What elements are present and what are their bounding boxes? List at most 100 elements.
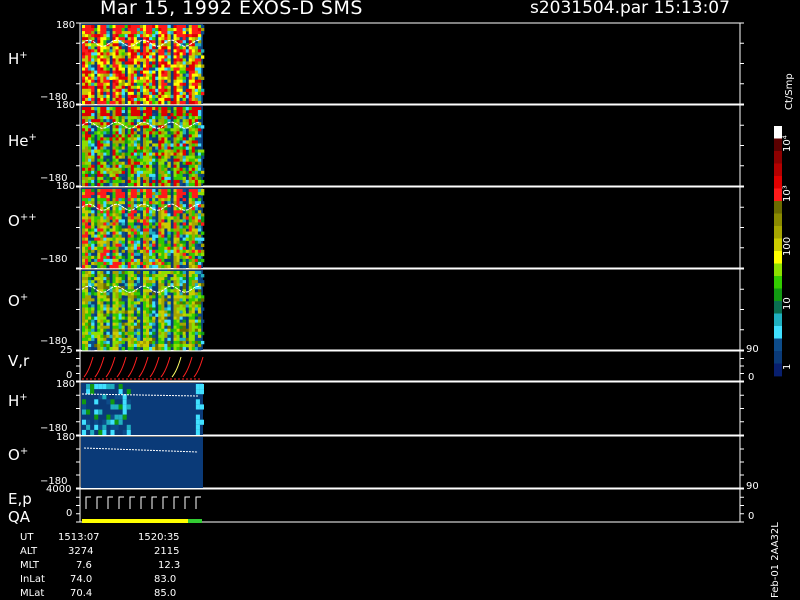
spectrogram-cell	[112, 249, 116, 254]
spectrogram-cell	[136, 31, 141, 35]
spectrogram-cell	[97, 252, 101, 257]
spectrogram-cell	[158, 264, 162, 269]
spectrogram-cell	[143, 85, 147, 90]
spectrogram-cell	[152, 34, 156, 38]
spectrogram-cell	[143, 97, 147, 102]
spectrogram-cell	[97, 301, 101, 305]
spectrogram-cell	[143, 255, 147, 260]
spectrogram-cell	[97, 94, 101, 99]
spectrogram-cell	[85, 73, 89, 77]
spectrogram-cell	[191, 31, 196, 35]
spectrogram-cell	[118, 289, 122, 293]
spectrogram-cell	[139, 219, 144, 223]
spectrogram-cell	[170, 340, 174, 345]
spectrogram-cell	[152, 264, 156, 269]
spectrogram-cell	[197, 88, 202, 93]
spectrogram-cell	[158, 182, 162, 187]
spectrogram-cell	[127, 286, 132, 290]
spectrogram-cell	[115, 322, 119, 326]
spectrogram-cell	[82, 25, 86, 29]
spectrogram-cell	[143, 182, 147, 187]
spectrogram-cell	[146, 113, 150, 117]
spectrogram-cell	[94, 55, 98, 59]
spectrogram-cell	[194, 34, 199, 38]
spectrogram-cell	[167, 346, 171, 351]
spectrogram-cell	[173, 346, 177, 351]
spectrogram-cell	[130, 79, 135, 84]
spectrogram-cell	[106, 176, 110, 181]
spectrogram-cell	[158, 34, 162, 38]
plot-canvas	[76, 22, 782, 523]
spectrogram-cell	[97, 258, 101, 263]
spectrogram-cell	[91, 176, 95, 181]
spectrogram-cell	[179, 182, 183, 187]
spectrogram-cell	[139, 46, 144, 50]
spectrogram-cell	[127, 113, 132, 117]
spectrogram-cell	[127, 140, 132, 144]
spectrogram-cell	[139, 343, 144, 348]
spectrogram-cell	[146, 116, 150, 120]
spectrogram-cell	[100, 301, 104, 305]
spectrogram-cell	[122, 404, 127, 410]
spectrogram-cell	[88, 100, 92, 105]
spectrogram-cell	[121, 325, 125, 330]
spectrogram-cell	[179, 122, 183, 126]
spectrogram-cell	[88, 164, 92, 169]
spectrogram-cell	[158, 195, 162, 199]
spectrogram-cell	[85, 55, 89, 59]
sawtooth-curve	[83, 356, 94, 378]
spectrogram-cell	[161, 216, 165, 220]
spectrogram-cell	[97, 182, 101, 187]
spectrogram-cell	[94, 240, 98, 244]
spectrogram-cell	[197, 252, 202, 257]
spectrogram-cell	[103, 204, 107, 208]
spectrogram-cell	[133, 116, 138, 120]
spectrogram-cell	[109, 213, 113, 217]
spectrogram-cell	[130, 128, 135, 132]
spectrogram-cell	[188, 116, 193, 120]
spectrogram-cell	[182, 301, 186, 305]
spectrogram-cell	[161, 313, 165, 317]
spectrogram-cell	[164, 213, 168, 217]
spectrogram-cell	[97, 328, 101, 333]
spectrogram-cell	[130, 310, 135, 314]
spectrogram-cell	[149, 28, 153, 32]
spectrogram-cell	[121, 243, 125, 248]
spectrogram-cell	[118, 246, 122, 251]
spectrogram-cell	[188, 264, 193, 269]
spectrogram-cell	[194, 264, 199, 269]
spectrogram-cell	[149, 295, 153, 299]
spectrogram-cell	[124, 152, 129, 156]
spectrogram-cell	[149, 231, 153, 235]
spectrogram-cell	[130, 198, 135, 202]
spectrogram-cell	[179, 137, 183, 141]
spectrogram-cell	[161, 264, 165, 269]
info-label-inlat: InLat	[20, 574, 45, 585]
step-marker	[96, 496, 102, 509]
spectrogram-cell	[115, 113, 119, 117]
step-marker	[184, 496, 190, 509]
spectrogram-cell	[118, 58, 122, 62]
spectrogram-cell	[191, 210, 196, 214]
spectrogram-cell	[91, 280, 95, 284]
spectrogram-cell	[85, 100, 89, 105]
spectrogram-cell	[91, 55, 95, 59]
spectrogram-cell	[91, 94, 95, 99]
spectrogram-cell	[100, 37, 104, 41]
spectrogram-cell	[94, 58, 98, 62]
spectrogram-cell	[82, 295, 86, 299]
spectrogram-cell	[97, 61, 101, 65]
spectrogram-cell	[182, 49, 186, 53]
spectrogram-cell	[106, 140, 110, 144]
spectrogram-cell	[133, 107, 138, 111]
spectrogram-cell	[130, 49, 135, 53]
spectrogram-cell	[97, 134, 101, 138]
spectrogram-cell	[167, 116, 171, 120]
spectrogram-cell	[130, 292, 135, 296]
spectrogram-cell	[112, 246, 116, 251]
spectrogram-cell	[146, 271, 150, 275]
spectrogram-cell	[112, 113, 116, 117]
spectrogram-cell	[182, 307, 186, 311]
spectrogram-cell	[191, 277, 196, 281]
spectrogram-cell	[97, 264, 101, 269]
